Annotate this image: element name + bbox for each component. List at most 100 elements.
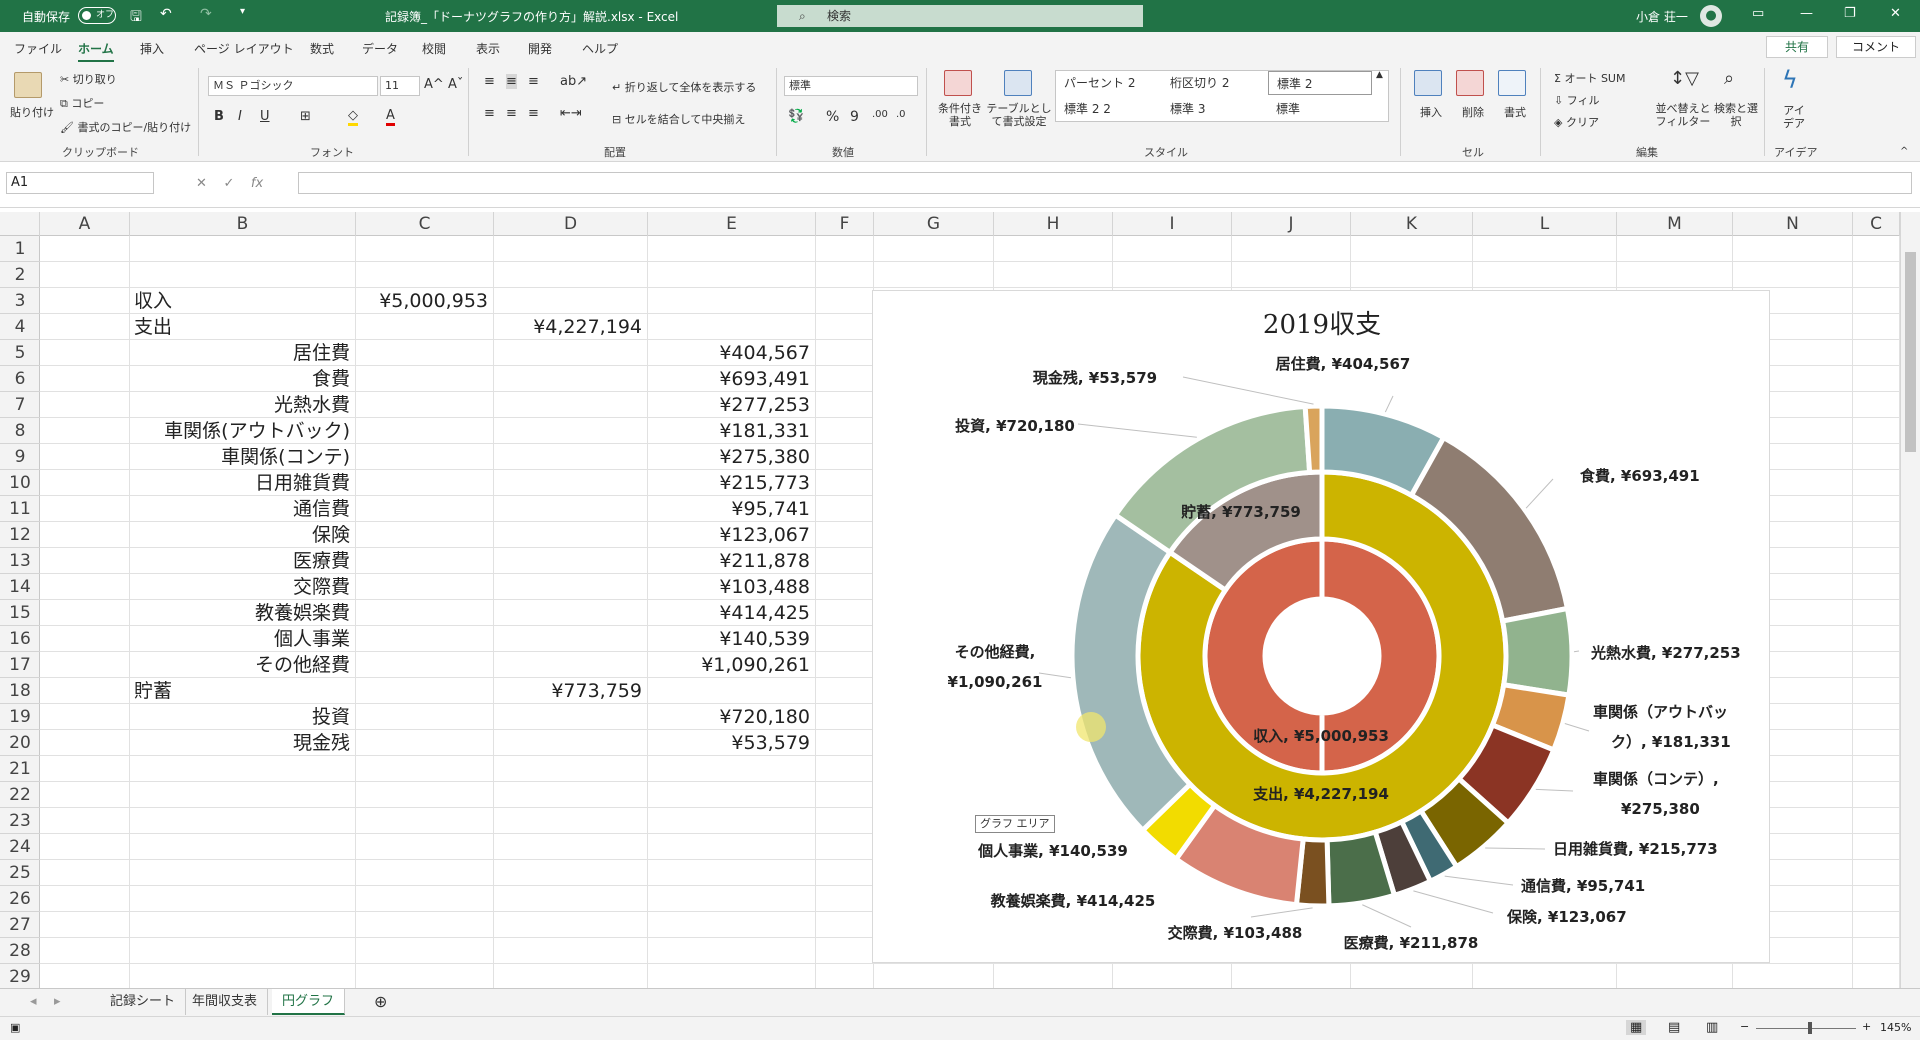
- row-header[interactable]: 23: [0, 808, 40, 834]
- cell-c4[interactable]: [356, 314, 488, 340]
- column-header[interactable]: B: [130, 212, 356, 236]
- name-box[interactable]: A1: [6, 172, 154, 194]
- column-header[interactable]: E: [648, 212, 816, 236]
- row-header[interactable]: 3: [0, 288, 40, 314]
- cell-c6[interactable]: [356, 366, 488, 392]
- cell-e6[interactable]: ¥693,491: [648, 366, 810, 392]
- cell-d10[interactable]: [494, 470, 642, 496]
- tab-review[interactable]: 校閲: [422, 40, 446, 57]
- tab-data[interactable]: データ: [362, 40, 398, 57]
- cell-b15[interactable]: 教養娯楽費: [130, 600, 350, 626]
- paste-button[interactable]: 貼り付け: [10, 104, 54, 120]
- paste-icon[interactable]: [14, 72, 42, 98]
- restore-icon[interactable]: ❐: [1844, 6, 1856, 21]
- ideas-icon[interactable]: ϟ: [1782, 66, 1798, 94]
- collapse-ribbon-icon[interactable]: ^: [1900, 146, 1908, 157]
- cell-b9[interactable]: 車関係(コンテ): [130, 444, 350, 470]
- format-cells-button[interactable]: 書式: [1504, 104, 1526, 120]
- share-button[interactable]: 共有: [1766, 36, 1828, 58]
- tab-file[interactable]: ファイル: [14, 40, 62, 57]
- column-header[interactable]: C: [1853, 212, 1900, 236]
- tab-developer[interactable]: 開発: [528, 40, 552, 57]
- row-header[interactable]: 11: [0, 496, 40, 522]
- insert-function-icon[interactable]: fx: [251, 176, 263, 191]
- column-header[interactable]: G: [874, 212, 994, 236]
- cell-e11[interactable]: ¥95,741: [648, 496, 810, 522]
- vertical-scrollbar[interactable]: [1900, 212, 1920, 988]
- row-header[interactable]: 25: [0, 860, 40, 886]
- column-header[interactable]: C: [356, 212, 494, 236]
- row-header[interactable]: 5: [0, 340, 40, 366]
- fill-button[interactable]: ⇩ フィル: [1554, 92, 1600, 108]
- formula-input[interactable]: [298, 172, 1912, 194]
- gallery-scroll-icon[interactable]: ▲: [1376, 70, 1383, 80]
- comment-button[interactable]: コメント: [1836, 36, 1916, 58]
- format-as-table-icon[interactable]: [1004, 70, 1032, 96]
- align-bottom-icon[interactable]: ≡: [528, 74, 539, 89]
- ribbon-display-icon[interactable]: ▭: [1752, 6, 1764, 21]
- cell-b3[interactable]: 収入: [134, 288, 172, 314]
- cell-e16[interactable]: ¥140,539: [648, 626, 810, 652]
- cell-b14[interactable]: 交際費: [130, 574, 350, 600]
- cut-button[interactable]: ✂ 切り取り: [60, 71, 117, 87]
- close-icon[interactable]: ✕: [1890, 6, 1901, 21]
- sort-filter-icon[interactable]: ↕▽: [1670, 68, 1699, 89]
- cell-d3[interactable]: [494, 288, 642, 314]
- row-header[interactable]: 4: [0, 314, 40, 340]
- cell-e3[interactable]: [648, 288, 810, 314]
- orientation-icon[interactable]: ab↗: [560, 74, 587, 89]
- find-select-button[interactable]: 検索と選択: [1714, 102, 1758, 128]
- cell-b19[interactable]: 投資: [130, 704, 350, 730]
- style-normal-3[interactable]: 標準 3: [1162, 97, 1266, 121]
- cell-d18[interactable]: ¥773,759: [494, 678, 642, 704]
- row-header[interactable]: 27: [0, 912, 40, 938]
- macro-record-icon[interactable]: ▣: [10, 1021, 20, 1034]
- sheet-next-icon[interactable]: ▸: [44, 989, 71, 1015]
- autosum-button[interactable]: Σ オート SUM: [1554, 70, 1625, 86]
- search-box[interactable]: ⌕ 検索: [777, 5, 1143, 27]
- cell-b5[interactable]: 居住費: [130, 340, 350, 366]
- cell-d6[interactable]: [494, 366, 642, 392]
- merge-center-button[interactable]: ⊟ セルを結合して中央揃え: [612, 111, 745, 127]
- cell-b10[interactable]: 日用雑貨費: [130, 470, 350, 496]
- donut-chart[interactable]: 2019収支 居住費, ¥404,567 食費, ¥693,491 光熱水費, ¥27…: [872, 290, 1770, 963]
- increase-decimal-icon[interactable]: .00: [872, 109, 888, 120]
- bold-icon[interactable]: B: [214, 109, 224, 124]
- cell-b13[interactable]: 医療費: [130, 548, 350, 574]
- minimize-icon[interactable]: —: [1800, 6, 1813, 21]
- row-header[interactable]: 6: [0, 366, 40, 392]
- font-size-select[interactable]: 11: [380, 76, 420, 96]
- cell-c10[interactable]: [356, 470, 488, 496]
- style-percent-2[interactable]: パーセント 2: [1056, 71, 1160, 95]
- select-all-corner[interactable]: [0, 212, 40, 236]
- find-select-icon[interactable]: ⌕: [1724, 68, 1734, 89]
- tab-formulas[interactable]: 数式: [310, 40, 334, 57]
- save-icon[interactable]: 🖫: [130, 6, 142, 30]
- sheet-tab-record[interactable]: 記録シート: [100, 989, 187, 1015]
- normal-view-icon[interactable]: ▦: [1626, 1020, 1647, 1035]
- font-name-select[interactable]: ＭＳ Ｐゴシック: [208, 76, 378, 96]
- align-middle-icon[interactable]: ≡: [506, 74, 517, 89]
- row-header[interactable]: 26: [0, 886, 40, 912]
- column-header[interactable]: H: [994, 212, 1113, 236]
- row-header[interactable]: 17: [0, 652, 40, 678]
- cell-e5[interactable]: ¥404,567: [648, 340, 810, 366]
- cell-d14[interactable]: [494, 574, 642, 600]
- column-header[interactable]: I: [1113, 212, 1232, 236]
- column-header[interactable]: M: [1617, 212, 1733, 236]
- autosave-toggle[interactable]: オフ: [78, 7, 116, 24]
- insert-cells-button[interactable]: 挿入: [1420, 104, 1442, 120]
- align-center-icon[interactable]: ≡: [506, 106, 517, 121]
- wrap-text-button[interactable]: ↵ 折り返して全体を表示する: [612, 79, 756, 95]
- row-header[interactable]: 24: [0, 834, 40, 860]
- conditional-format-button[interactable]: 条件付き書式: [936, 102, 984, 128]
- column-header[interactable]: A: [40, 212, 130, 236]
- row-header[interactable]: 10: [0, 470, 40, 496]
- grow-font-icon[interactable]: A^: [424, 77, 444, 92]
- user-avatar-icon[interactable]: ●: [1700, 5, 1722, 27]
- row-header[interactable]: 19: [0, 704, 40, 730]
- undo-icon[interactable]: ↶: [160, 6, 172, 22]
- cell-e10[interactable]: ¥215,773: [648, 470, 810, 496]
- sheet-tab-annual[interactable]: 年間収支表: [182, 989, 269, 1015]
- row-header[interactable]: 15: [0, 600, 40, 626]
